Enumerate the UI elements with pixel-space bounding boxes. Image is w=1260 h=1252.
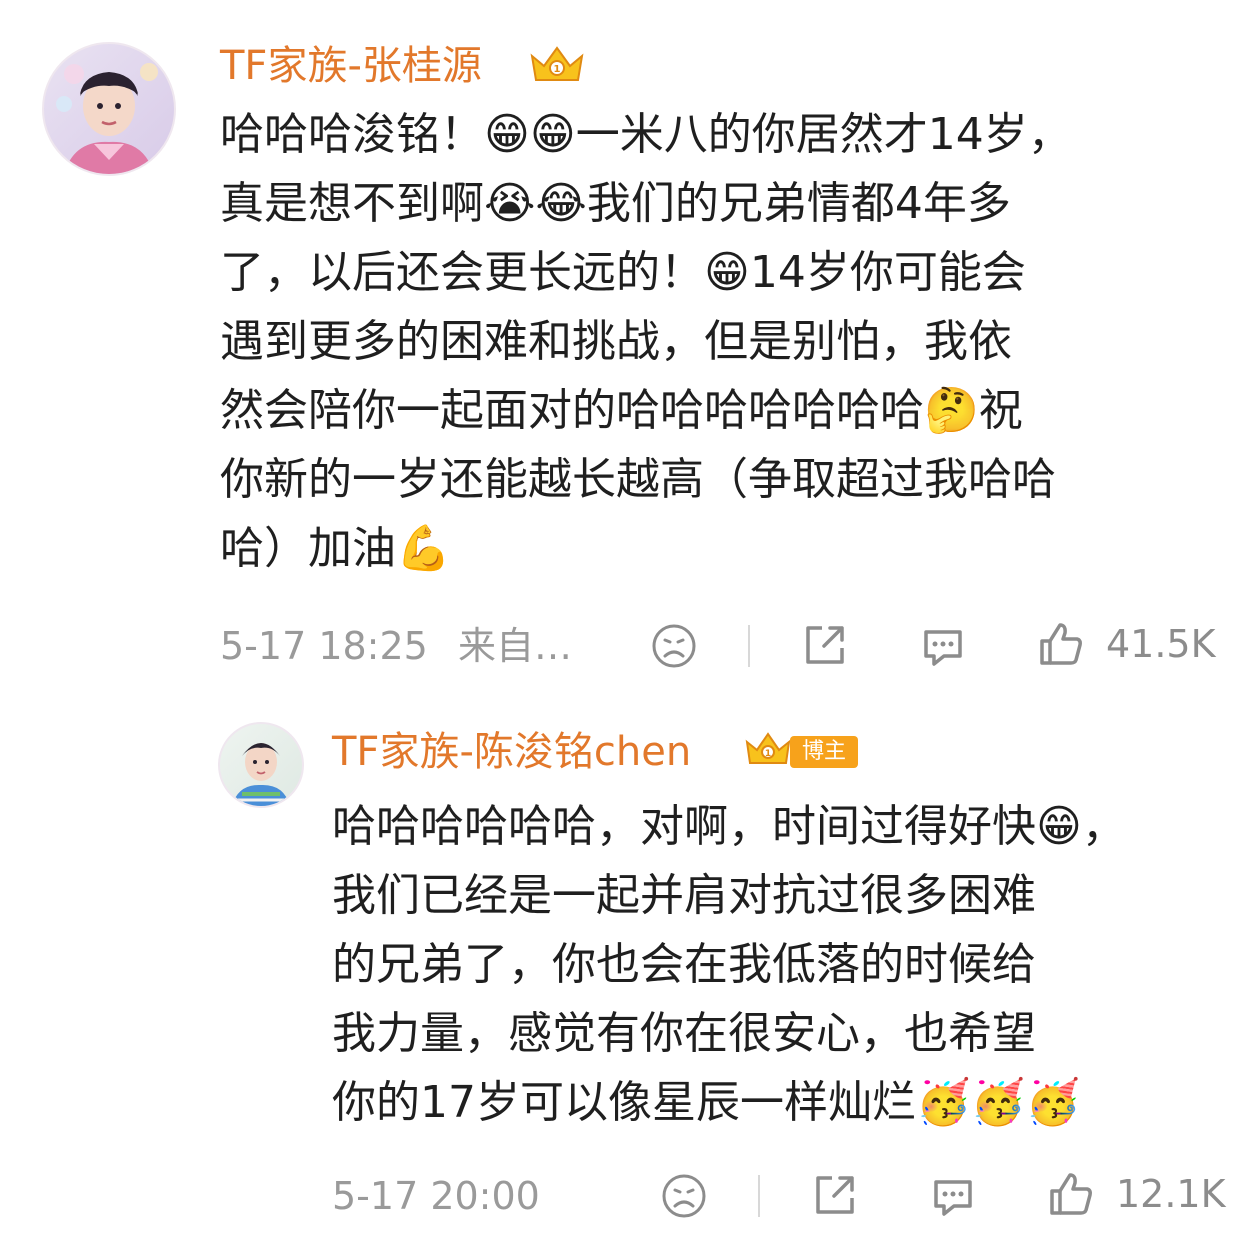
like-button[interactable]: 12.1K — [1046, 1168, 1226, 1220]
comment-meta: 5-17 20:00 — [332, 1170, 540, 1222]
divider — [748, 625, 750, 667]
comment-meta: 5-17 18:25 来自… — [220, 620, 572, 672]
comment-text: 哈哈哈哈哈哈，对啊，时间过得好快😁， 我们已经是一起并肩对抗过很多困难 的兄弟了… — [332, 792, 1222, 1137]
blogger-tag: 博主 — [790, 736, 859, 768]
like-count: 12.1K — [1116, 1172, 1226, 1216]
comment-line: 的兄弟了，你也会在我低落的时候给 — [332, 939, 1036, 990]
crown-badge-icon: 1 — [526, 42, 588, 90]
comment-bubble-icon — [924, 630, 962, 666]
comment-line: 我力量，感觉有你在很安心，也希望 — [332, 1008, 1036, 1059]
sad-face-icon — [652, 624, 696, 668]
comment-text: 哈哈哈浚铭！😁😁一米八的你居然才14岁， 真是想不到啊😭😂我们的兄弟情都4年多 … — [220, 100, 1220, 583]
share-icon — [806, 626, 844, 664]
avatar-portrait-icon — [232, 743, 290, 806]
share-button[interactable] — [800, 620, 850, 670]
comment-line: 真是想不到啊😭😂我们的兄弟情都4年多 — [220, 178, 1011, 229]
share-button[interactable] — [810, 1170, 860, 1220]
comment-item: TF家族-张桂源 1 哈哈哈浚铭！😁😁一米八的你居然才14岁， 真是想不到啊😭😂… — [0, 0, 1260, 690]
avatar-portrait-icon — [56, 63, 158, 174]
svg-text:1: 1 — [554, 64, 561, 75]
reply-item: TF家族-陈浚铭chen 1 博主 哈哈哈哈哈哈，对啊，时间过得好快😁， 我们已… — [0, 700, 1260, 1252]
svg-text:1: 1 — [765, 749, 771, 759]
share-icon — [816, 1176, 854, 1214]
timestamp: 5-17 20:00 — [332, 1174, 540, 1218]
dislike-button[interactable] — [660, 1172, 708, 1220]
divider — [758, 1175, 760, 1217]
thumbs-up-icon — [1050, 1173, 1092, 1215]
avatar[interactable] — [42, 42, 176, 176]
comment-line: 哈哈哈哈哈哈，对啊，时间过得好快😁， — [332, 801, 1126, 852]
comment-line: 哈哈哈浚铭！😁😁一米八的你居然才14岁， — [220, 109, 1072, 160]
comment-line: 遇到更多的困难和挑战，但是别怕，我依 — [220, 316, 1012, 367]
comment-line: 哈）加油💪 — [220, 523, 451, 574]
comment-line: 了，以后还会更长远的！😁14岁你可能会 — [220, 247, 1026, 298]
comment-line: 你的17岁可以像星辰一样灿烂🥳🥳🥳 — [332, 1077, 1081, 1128]
comment-line: 你新的一岁还能越长越高（争取超过我哈哈 — [220, 454, 1056, 505]
like-count: 41.5K — [1106, 622, 1216, 666]
reply-button[interactable] — [928, 1172, 978, 1222]
reply-button[interactable] — [918, 622, 968, 672]
dislike-button[interactable] — [650, 622, 698, 670]
thumbs-up-icon — [1040, 623, 1082, 665]
username[interactable]: TF家族-陈浚铭chen — [332, 724, 691, 780]
comment-line: 然会陪你一起面对的哈哈哈哈哈哈哈🤔祝 — [220, 385, 1023, 436]
crown-badge-icon: 1 — [742, 730, 794, 772]
like-button[interactable]: 41.5K — [1036, 618, 1216, 670]
comment-bubble-icon — [934, 1180, 972, 1216]
sad-face-icon — [662, 1174, 706, 1218]
username[interactable]: TF家族-张桂源 — [220, 38, 482, 94]
timestamp: 5-17 18:25 — [220, 624, 428, 668]
source-label[interactable]: 来自… — [458, 624, 572, 668]
avatar[interactable] — [218, 722, 304, 808]
comment-line: 我们已经是一起并肩对抗过很多困难 — [332, 870, 1036, 921]
